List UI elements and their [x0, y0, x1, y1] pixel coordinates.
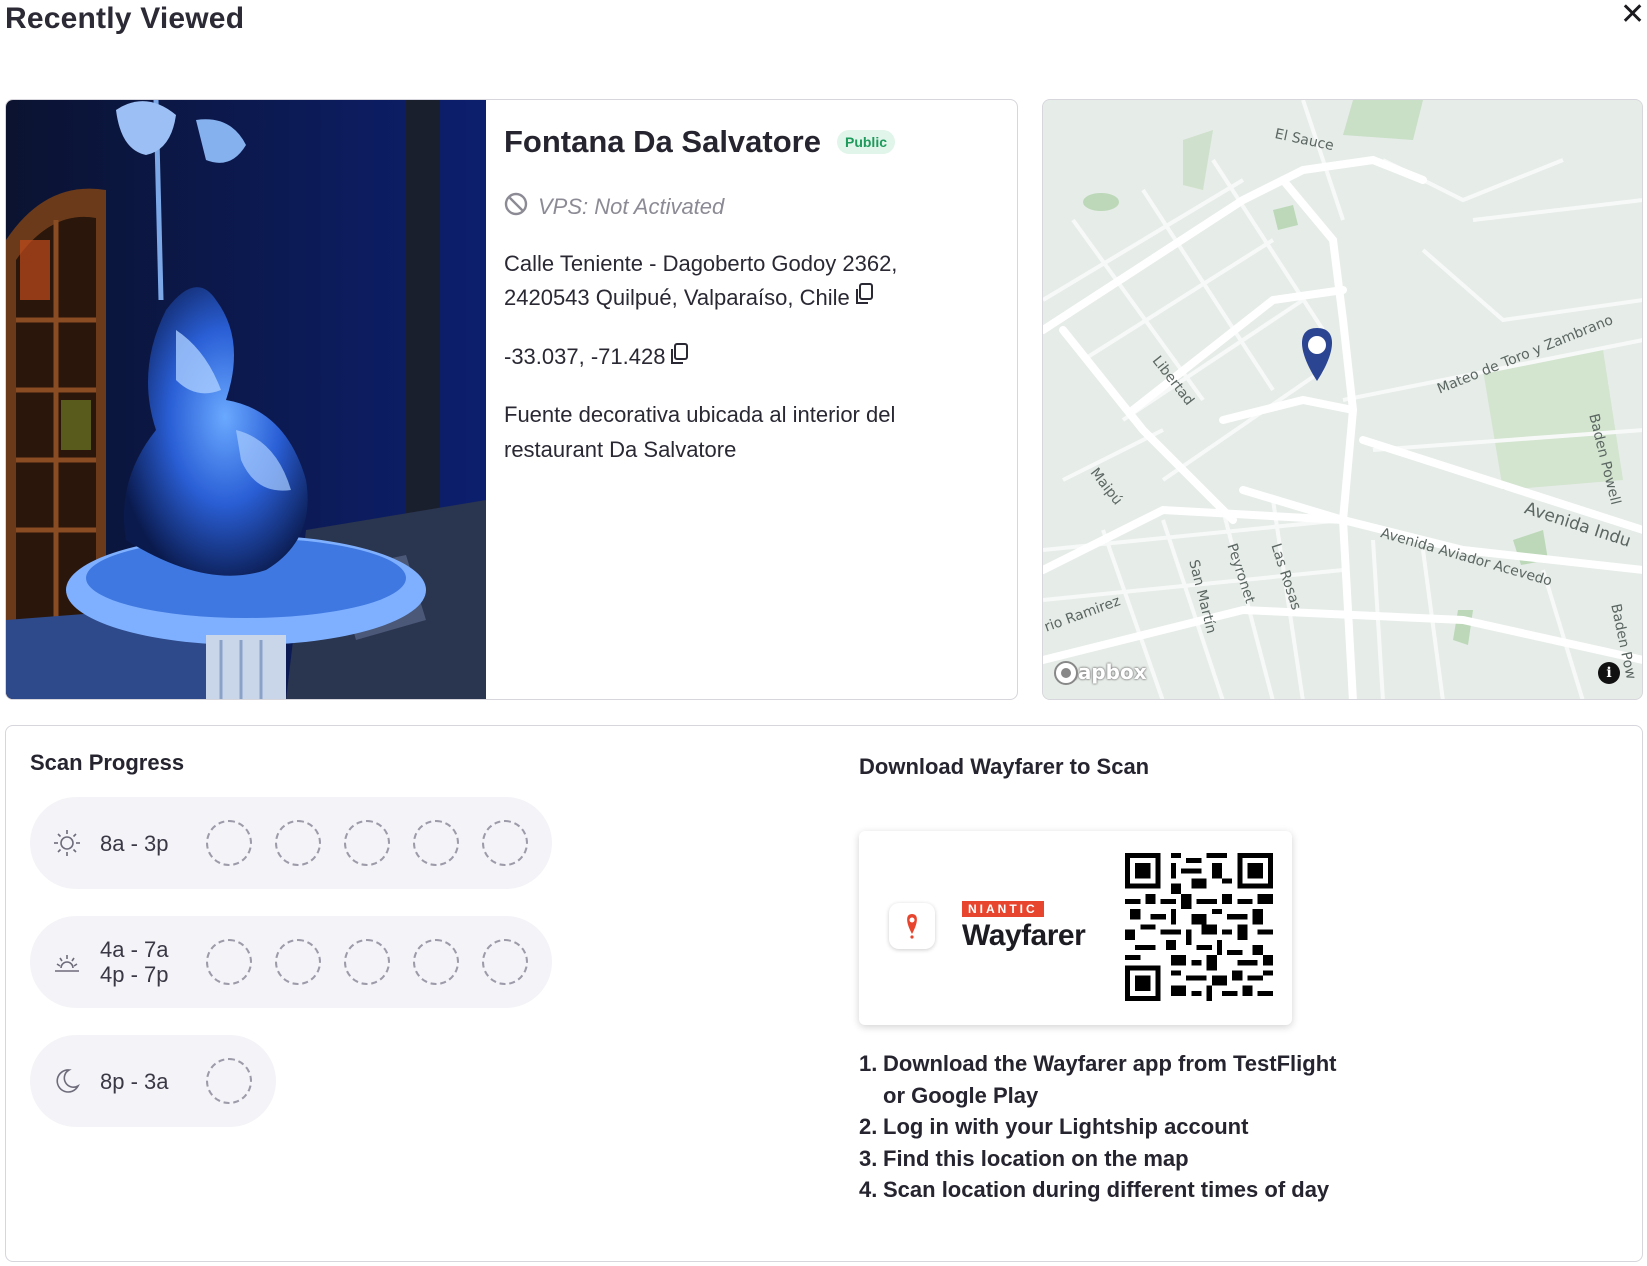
download-title: Download Wayfarer to Scan: [859, 754, 1150, 779]
step-item: 2. Log in with your Lightship account: [859, 1114, 1249, 1139]
wayfarer-download-card[interactable]: NIANTIC Wayfarer: [859, 831, 1292, 1025]
address-line-2: 2420543 Quilpué, Valparaíso, Chile: [504, 285, 850, 310]
step-item: 1. Download the Wayfarer app from TestFli…: [859, 1051, 1337, 1108]
time-slot-line: 8a - 3p: [100, 830, 169, 856]
step-text: Log in with your Lightship account: [883, 1114, 1249, 1139]
wayfarer-app-icon: [889, 903, 935, 949]
step-text: Download the Wayfarer app from TestFligh…: [883, 1051, 1337, 1108]
coordinates-text: -33.037, -71.428: [504, 344, 666, 369]
info-icon[interactable]: i: [1598, 662, 1620, 684]
blocked-icon: [504, 192, 528, 222]
scan-progress-title: Scan Progress: [30, 750, 185, 775]
mapbox-logo[interactable]: mapbox: [1053, 660, 1147, 685]
scan-slot-empty: [206, 1058, 252, 1104]
scan-slot-empty: [413, 939, 459, 985]
copy-icon[interactable]: [668, 342, 690, 372]
copy-icon[interactable]: [853, 282, 875, 316]
poi-info: Fontana Da Salvatore Public VPS: Not Act…: [504, 100, 1004, 699]
scan-slot-empty: [413, 820, 459, 866]
time-slot-twilight: 4a - 7a 4p - 7p: [30, 916, 552, 1008]
map[interactable]: El Sauce Libertad Mateo de Toro y Zambra…: [1042, 99, 1643, 700]
coordinates: -33.037, -71.428: [504, 342, 690, 372]
scan-slot-empty: [482, 939, 528, 985]
scan-slot-empty: [482, 820, 528, 866]
step-item: 4. Scan location during different times o…: [859, 1177, 1330, 1202]
download-steps: 1. Download the Wayfarer app from TestFli…: [859, 1048, 1339, 1206]
niantic-logo: NIANTIC: [962, 901, 1044, 917]
time-slot-label: 8a - 3p: [100, 831, 169, 856]
time-slot-day: 8a - 3p: [30, 797, 552, 889]
time-slot-line: 4a - 7a: [100, 937, 169, 962]
moon-icon: [52, 1066, 82, 1096]
sunrise-icon: [52, 947, 82, 977]
scan-slot-empty: [275, 939, 321, 985]
close-icon[interactable]: ✕: [1620, 0, 1645, 30]
step-item: 3. Find this location on the map: [859, 1145, 1189, 1171]
scan-slot-empty: [344, 820, 390, 866]
time-slot-night: 8p - 3a: [30, 1035, 276, 1127]
time-slot-label: 8p - 3a: [100, 1069, 169, 1094]
poi-card: Fontana Da Salvatore Public VPS: Not Act…: [5, 99, 1018, 700]
step-text: Find this location on the map: [883, 1145, 1189, 1171]
step-text: Scan location during different times of …: [883, 1177, 1330, 1202]
time-slot-label: 4a - 7a 4p - 7p: [100, 937, 169, 987]
visibility-badge: Public: [836, 130, 895, 154]
wayfarer-wordmark: Wayfarer: [962, 919, 1086, 952]
scan-slot-empty: [275, 820, 321, 866]
scan-slot-empty: [206, 820, 252, 866]
scan-panel: Scan Progress 8a - 3p 4a - 7a 4p - 7p 8p…: [5, 725, 1643, 1262]
scan-slot-empty: [206, 939, 252, 985]
page-title: Recently Viewed: [5, 2, 245, 35]
poi-description: Fuente decorativa ubicada al interior de…: [504, 402, 896, 462]
address: Calle Teniente - Dagoberto Godoy 2362, 2…: [504, 247, 974, 316]
sun-icon: [52, 828, 82, 858]
qr-code[interactable]: [1125, 853, 1273, 1001]
time-slot-line: 4p - 7p: [100, 962, 169, 987]
address-line-1: Calle Teniente - Dagoberto Godoy 2362,: [504, 251, 898, 276]
time-slot-line: 8p - 3a: [100, 1068, 169, 1094]
map-canvas: [1043, 100, 1642, 699]
poi-photo: [6, 100, 486, 699]
vps-status-text: VPS: Not Activated: [538, 194, 725, 219]
scan-slot-empty: [344, 939, 390, 985]
poi-title-row: Fontana Da Salvatore Public: [504, 124, 895, 160]
vps-status: VPS: Not Activated: [504, 192, 724, 222]
poi-title: Fontana Da Salvatore: [504, 124, 821, 159]
